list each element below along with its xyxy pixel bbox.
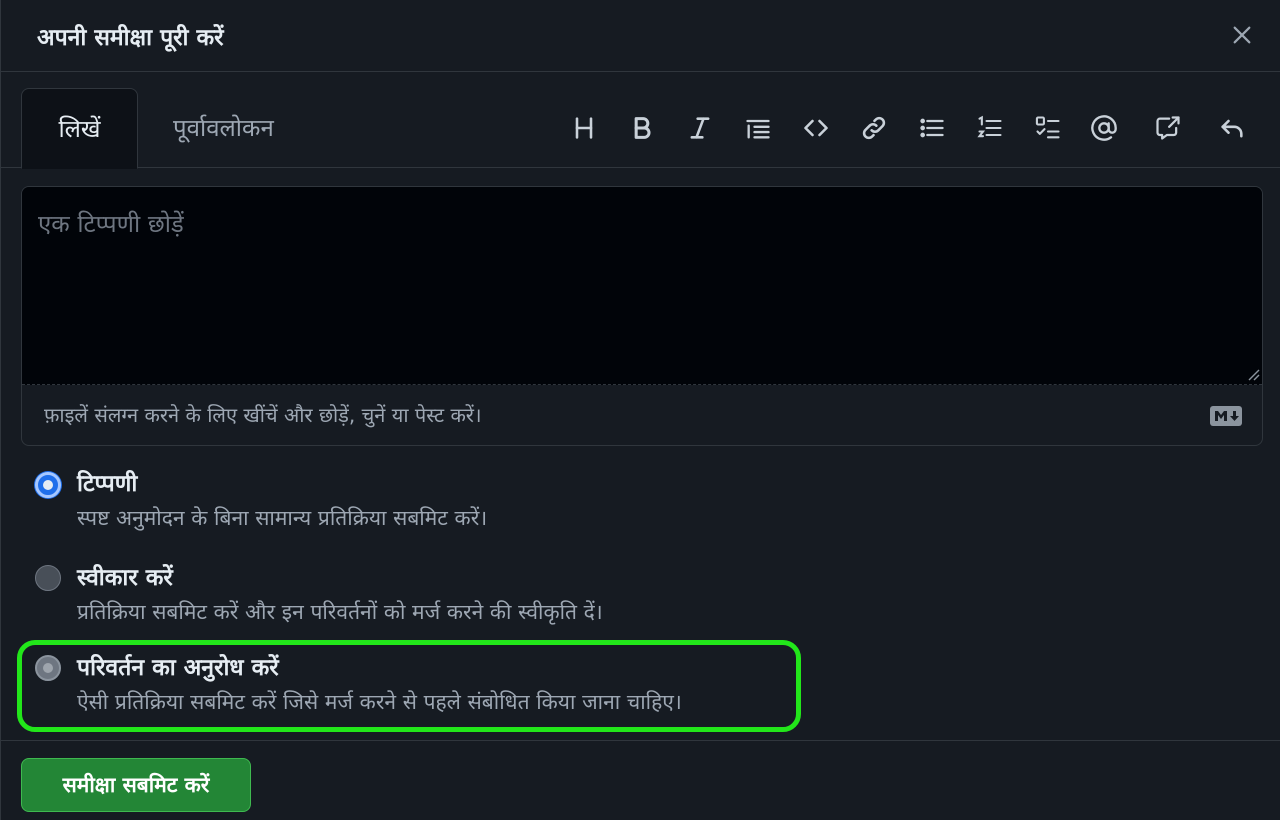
resize-handle-icon[interactable] <box>1246 367 1260 381</box>
option-approve-label: स्वीकार करें <box>77 565 173 591</box>
mention-button[interactable] <box>1088 112 1120 144</box>
heading-button[interactable] <box>568 112 600 144</box>
bold-button[interactable] <box>626 112 658 144</box>
ordered-list-button[interactable] <box>974 112 1006 144</box>
undo-icon <box>1221 119 1243 138</box>
italic-button[interactable] <box>684 112 716 144</box>
submit-review-button[interactable]: समीक्षा सबमिट करें <box>21 758 251 812</box>
italic-icon <box>690 117 710 139</box>
heading-icon <box>575 117 593 139</box>
ordered-list-icon <box>977 115 1002 138</box>
attach-files-hint[interactable]: फ़ाइलें संलग्न करने के लिए खींचें और छोड… <box>44 401 482 428</box>
option-comment[interactable]: टिप्पणी स्पष्ट अनुमोदन के बिना सामान्य प… <box>35 466 855 536</box>
option-comment-description: स्पष्ट अनुमोदन के बिना सामान्य प्रतिक्रि… <box>77 506 488 530</box>
unordered-list-button[interactable] <box>916 112 948 144</box>
markdown-icon[interactable] <box>1209 405 1243 427</box>
highlight-annotation <box>17 640 801 732</box>
code-button[interactable] <box>800 112 832 144</box>
tab-preview[interactable]: पूर्वावलोकन <box>173 88 274 168</box>
bold-icon <box>634 117 651 139</box>
cross-reference-button[interactable] <box>1152 112 1184 144</box>
option-approve[interactable]: स्वीकार करें प्रतिक्रिया सबमिट करें और इ… <box>35 560 855 630</box>
cross-reference-icon <box>1156 116 1180 140</box>
quote-icon <box>746 119 770 139</box>
close-button[interactable] <box>1231 24 1263 56</box>
link-icon <box>862 116 886 140</box>
link-button[interactable] <box>858 112 890 144</box>
task-list-icon <box>1035 116 1060 139</box>
comment-editor: फ़ाइलें संलग्न करने के लिए खींचें और छोड… <box>21 186 1263 446</box>
radio-approve[interactable] <box>35 565 61 591</box>
radio-comment[interactable] <box>35 472 61 498</box>
footer-divider <box>1 740 1280 741</box>
code-icon <box>804 119 828 137</box>
comment-textarea[interactable] <box>22 187 1262 385</box>
task-list-button[interactable] <box>1032 112 1064 144</box>
quote-button[interactable] <box>742 112 774 144</box>
mention-icon <box>1091 115 1117 141</box>
close-icon <box>1233 26 1251 44</box>
dialog-title: अपनी समीक्षा पूरी करें <box>37 25 224 51</box>
option-comment-label: टिप्पणी <box>77 471 138 497</box>
undo-button[interactable] <box>1216 112 1248 144</box>
option-approve-description: प्रतिक्रिया सबमिट करें और इन परिवर्तनों … <box>77 600 603 624</box>
tab-write[interactable]: लिखें <box>21 88 138 169</box>
review-dialog: अपनी समीक्षा पूरी करें लिखें पूर्वावलोकन <box>0 0 1280 820</box>
dialog-header: अपनी समीक्षा पूरी करें <box>1 0 1280 72</box>
unordered-list-icon <box>920 118 944 138</box>
